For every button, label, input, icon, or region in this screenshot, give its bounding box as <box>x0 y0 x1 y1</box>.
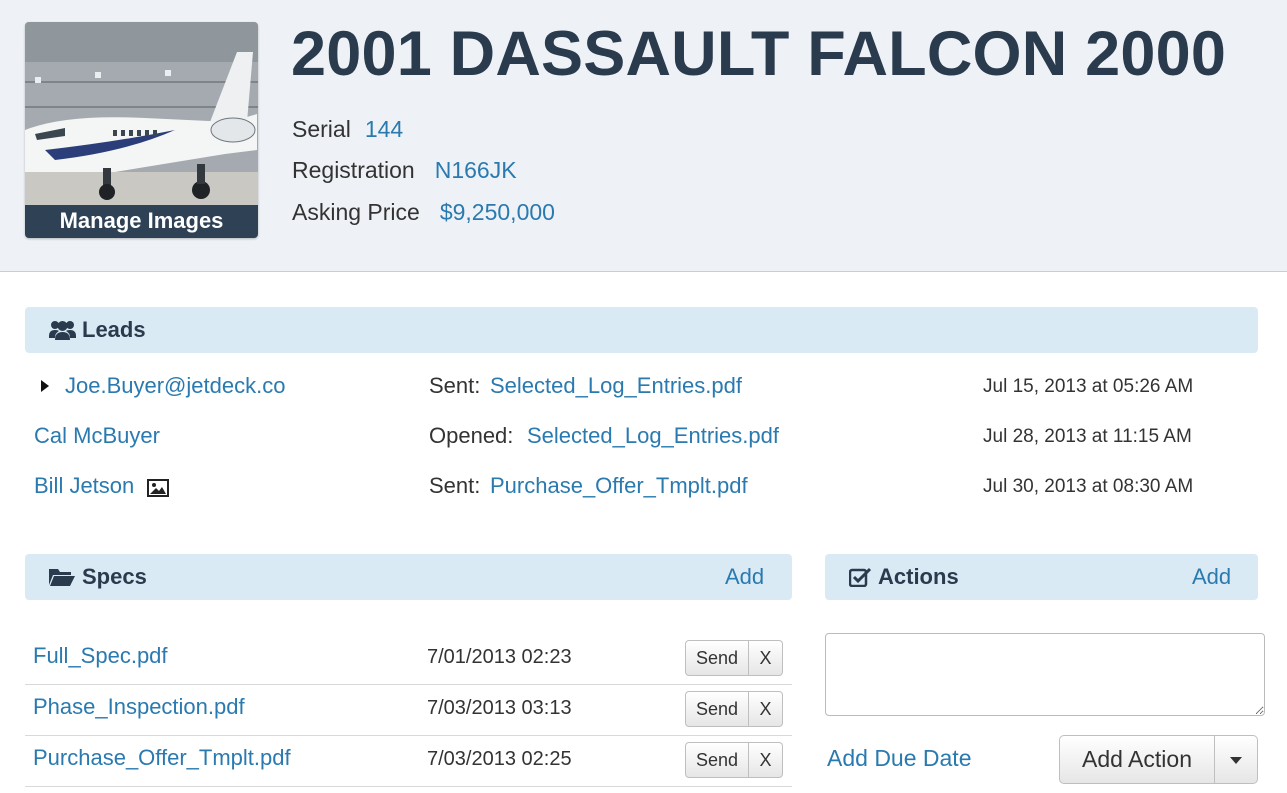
add-action-dropdown-toggle[interactable] <box>1215 735 1258 784</box>
lead-action: Opened: <box>429 423 514 448</box>
lead-action: Sent: <box>429 473 481 498</box>
actions-title: Actions <box>878 564 959 589</box>
spec-date: 7/03/2013 03:13 <box>427 697 572 719</box>
lead-file[interactable]: Purchase_Offer_Tmplt.pdf <box>490 473 748 499</box>
lead-row[interactable]: Bill Jetson Sent: Purchase_Offer_Tmplt.p… <box>0 473 1287 503</box>
action-textarea[interactable] <box>825 633 1265 716</box>
add-action-link[interactable]: Add <box>1192 554 1231 600</box>
serial-label: Serial <box>292 116 351 142</box>
spec-file-link[interactable]: Purchase_Offer_Tmplt.pdf <box>33 745 291 771</box>
lead-action: Sent: <box>429 373 481 398</box>
aircraft-thumbnail[interactable]: Manage Images <box>25 22 258 238</box>
add-spec-link[interactable]: Add <box>725 554 764 600</box>
spec-date: 7/03/2013 02:25 <box>427 748 572 770</box>
specs-section-header: Specs Add <box>25 554 792 600</box>
add-due-date-link[interactable]: Add Due Date <box>827 745 971 772</box>
image-icon[interactable] <box>147 479 169 497</box>
add-action-button-group: Add Action <box>1059 735 1258 784</box>
send-button[interactable]: Send <box>685 742 749 778</box>
lead-name[interactable]: Bill Jetson <box>34 473 134 499</box>
users-icon <box>49 321 76 340</box>
registration-value[interactable]: N166JK <box>435 157 517 183</box>
spec-button-group: Send X <box>685 691 783 727</box>
actions-section-header: Actions Add <box>825 554 1258 600</box>
specs-title: Specs <box>82 564 147 589</box>
spec-button-group: Send X <box>685 640 783 676</box>
spec-file-link[interactable]: Full_Spec.pdf <box>33 643 168 669</box>
chevron-down-icon <box>1230 757 1242 764</box>
lead-name[interactable]: Cal McBuyer <box>34 423 160 449</box>
check-square-icon <box>849 567 871 587</box>
page-title: 2001 DASSAULT FALCON 2000 <box>291 19 1227 89</box>
manage-images-button[interactable]: Manage Images <box>25 205 258 238</box>
remove-button[interactable]: X <box>749 640 783 676</box>
add-action-button[interactable]: Add Action <box>1059 735 1215 784</box>
asking-price-label: Asking Price <box>292 199 420 225</box>
serial-value[interactable]: 144 <box>365 116 403 142</box>
spec-row: Phase_Inspection.pdf 7/03/2013 03:13 Sen… <box>25 685 792 736</box>
registration-label: Registration <box>292 157 415 183</box>
spec-date: 7/01/2013 02:23 <box>427 646 572 668</box>
send-button[interactable]: Send <box>685 640 749 676</box>
aircraft-header: Manage Images 2001 DASSAULT FALCON 2000 … <box>0 0 1287 272</box>
registration-row: Registration N166JK <box>292 157 517 184</box>
spec-row: Full_Spec.pdf 7/01/2013 02:23 Send X <box>25 634 792 685</box>
lead-timestamp: Jul 30, 2013 at 08:30 AM <box>983 476 1194 497</box>
lead-file[interactable]: Selected_Log_Entries.pdf <box>490 373 742 399</box>
remove-button[interactable]: X <box>749 691 783 727</box>
leads-title: Leads <box>82 317 146 342</box>
lead-row[interactable]: Cal McBuyer Opened: Selected_Log_Entries… <box>0 423 1287 453</box>
lead-file[interactable]: Selected_Log_Entries.pdf <box>527 423 779 449</box>
leads-section-header: Leads <box>25 307 1258 353</box>
serial-row: Serial 144 <box>292 116 403 143</box>
send-button[interactable]: Send <box>685 691 749 727</box>
remove-button[interactable]: X <box>749 742 783 778</box>
asking-price-value[interactable]: $9,250,000 <box>440 199 555 225</box>
lead-name[interactable]: Joe.Buyer@jetdeck.co <box>65 373 285 399</box>
caret-right-icon[interactable] <box>41 380 49 392</box>
spec-file-link[interactable]: Phase_Inspection.pdf <box>33 694 245 720</box>
lead-row[interactable]: Joe.Buyer@jetdeck.co Sent: Selected_Log_… <box>0 373 1287 403</box>
lead-timestamp: Jul 28, 2013 at 11:15 AM <box>983 426 1192 447</box>
asking-price-row: Asking Price $9,250,000 <box>292 199 555 226</box>
spec-row: Purchase_Offer_Tmplt.pdf 7/03/2013 02:25… <box>25 736 792 787</box>
spec-button-group: Send X <box>685 742 783 778</box>
lead-timestamp: Jul 15, 2013 at 05:26 AM <box>983 376 1194 397</box>
folder-open-icon <box>49 569 75 586</box>
